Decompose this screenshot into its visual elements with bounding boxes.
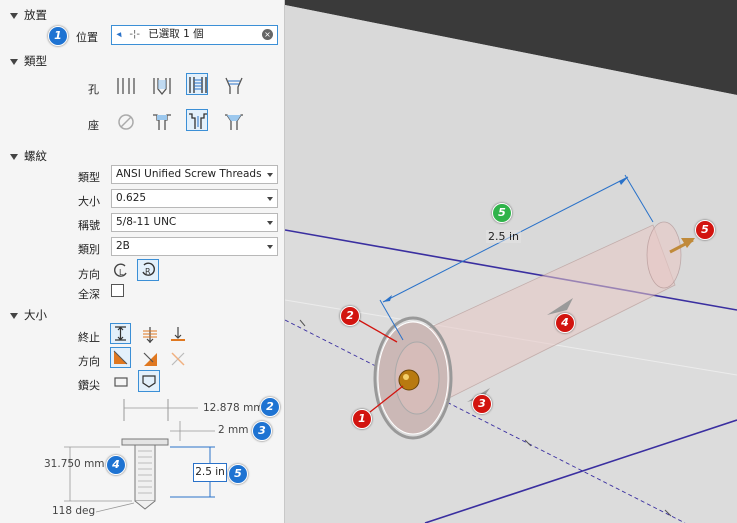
graphics-viewport[interactable]: 2.5 in 5 5 2 4 3 1	[285, 0, 737, 523]
size-select[interactable]: 0.625	[111, 189, 278, 208]
direction-flipped-icon	[143, 352, 157, 366]
chevron-down-icon	[267, 221, 273, 225]
angle-dimension: 118 deg	[52, 505, 96, 517]
counterbore-icon	[153, 114, 171, 130]
designation-select[interactable]: 5/8-11 UNC	[111, 213, 278, 232]
drill-point-label: 鑽尖	[78, 379, 100, 392]
collapse-triangle-icon	[10, 312, 18, 319]
position-value: 已選取 1 個	[148, 28, 204, 40]
direction-default-icon	[113, 350, 128, 365]
counterbore-button[interactable]	[150, 110, 172, 132]
chevron-down-icon	[267, 173, 273, 177]
designation-label: 稱號	[78, 219, 100, 232]
collapse-triangle-icon	[10, 12, 18, 19]
callout-badge: 5	[492, 203, 512, 223]
clear-icon[interactable]: ×	[262, 29, 273, 40]
angle-point-icon	[142, 375, 156, 388]
section-thread-header[interactable]: 螺紋	[10, 148, 47, 164]
callout-badge: 4	[555, 313, 575, 333]
section-size-header[interactable]: 大小	[10, 307, 47, 323]
dimension-label-3d[interactable]: 2.5 in	[486, 230, 522, 243]
taper-tapped-hole-button[interactable]	[222, 74, 244, 96]
direction-symmetric-icon	[171, 352, 185, 366]
angle-drill-point-button[interactable]	[138, 370, 160, 392]
to-face-icon	[171, 327, 185, 341]
tapped-hole-icon	[189, 77, 207, 93]
distance-termination-button[interactable]	[110, 323, 131, 344]
thread-type-select[interactable]: ANSI Unified Screw Threads	[111, 165, 278, 184]
countersink-icon	[225, 114, 243, 130]
collapse-triangle-icon	[10, 153, 18, 160]
position-label: 位置	[76, 31, 98, 44]
symmetric-direction-button[interactable]	[167, 348, 187, 368]
section-type-header[interactable]: 類型	[10, 53, 47, 69]
callout-badge: 5	[228, 464, 248, 484]
countersink-button[interactable]	[222, 110, 244, 132]
callout-badge: 1	[48, 26, 68, 46]
collapse-triangle-icon	[10, 58, 18, 65]
distance-icon	[115, 326, 126, 341]
depth-dimension: 2 mm	[218, 424, 249, 436]
no-seat-button[interactable]	[114, 110, 136, 132]
through-all-icon	[143, 327, 157, 343]
callout-badge: 1	[352, 409, 372, 429]
section-placement-header[interactable]: 放置	[10, 7, 47, 23]
hole-preview-diagram	[64, 399, 215, 513]
left-hand-rotation-icon: L	[114, 263, 127, 277]
spotface-icon	[189, 113, 207, 129]
callout-badge: 4	[106, 455, 126, 475]
svg-text:L: L	[119, 268, 124, 277]
hole-label: 孔	[88, 83, 99, 96]
spotface-button[interactable]	[186, 109, 208, 131]
thread-depth-input[interactable]: 2.5 in	[193, 463, 227, 482]
clearance-hole-icon	[153, 78, 171, 96]
cursor-arrow-icon	[116, 30, 124, 38]
termination-label: 終止	[78, 331, 100, 344]
right-hand-rotation-icon: R	[142, 262, 155, 276]
flat-point-icon	[114, 377, 128, 387]
model-canvas	[285, 0, 737, 523]
thread-direction-label: 方向	[78, 268, 100, 281]
class-label: 類別	[78, 243, 100, 256]
full-depth-checkbox[interactable]	[111, 284, 124, 297]
default-direction-button[interactable]	[110, 347, 131, 368]
simple-hole-icon	[117, 78, 135, 94]
class-select[interactable]: 2B	[111, 237, 278, 256]
simple-hole-button[interactable]	[114, 74, 136, 96]
crosshair-icon: -¦-	[129, 29, 140, 40]
chevron-down-icon	[267, 197, 273, 201]
to-face-button[interactable]	[167, 324, 187, 344]
diameter-dimension: 12.878 mm	[203, 402, 264, 414]
full-depth-label: 全深	[78, 288, 100, 301]
flat-drill-point-button[interactable]	[110, 371, 130, 391]
size-label: 大小	[78, 195, 100, 208]
none-circle-icon	[118, 114, 134, 130]
seat-label: 座	[88, 119, 99, 132]
property-panel: 放置 1 位置 -¦- 已選取 1 個 × 類型 孔 座 螺紋 類型 ANSI …	[0, 0, 285, 523]
callout-badge: 2	[260, 397, 280, 417]
right-hand-thread-button[interactable]: R	[137, 259, 159, 281]
taper-tapped-hole-icon	[225, 77, 243, 94]
through-all-button[interactable]	[139, 324, 159, 344]
callout-badge: 2	[340, 306, 360, 326]
callout-badge: 3	[252, 421, 272, 441]
svg-text:R: R	[145, 267, 151, 276]
callout-badge: 5	[695, 220, 715, 240]
size-direction-label: 方向	[78, 355, 100, 368]
length-dimension: 31.750 mm	[44, 458, 105, 470]
thread-type-label: 類型	[78, 171, 100, 184]
position-selector[interactable]: -¦- 已選取 1 個 ×	[111, 25, 278, 45]
clearance-hole-button[interactable]	[150, 74, 172, 96]
callout-badge: 3	[472, 394, 492, 414]
left-hand-thread-button[interactable]: L	[110, 260, 130, 280]
chevron-down-icon	[267, 245, 273, 249]
flipped-direction-button[interactable]	[139, 348, 159, 368]
tapped-hole-button[interactable]	[186, 73, 208, 95]
